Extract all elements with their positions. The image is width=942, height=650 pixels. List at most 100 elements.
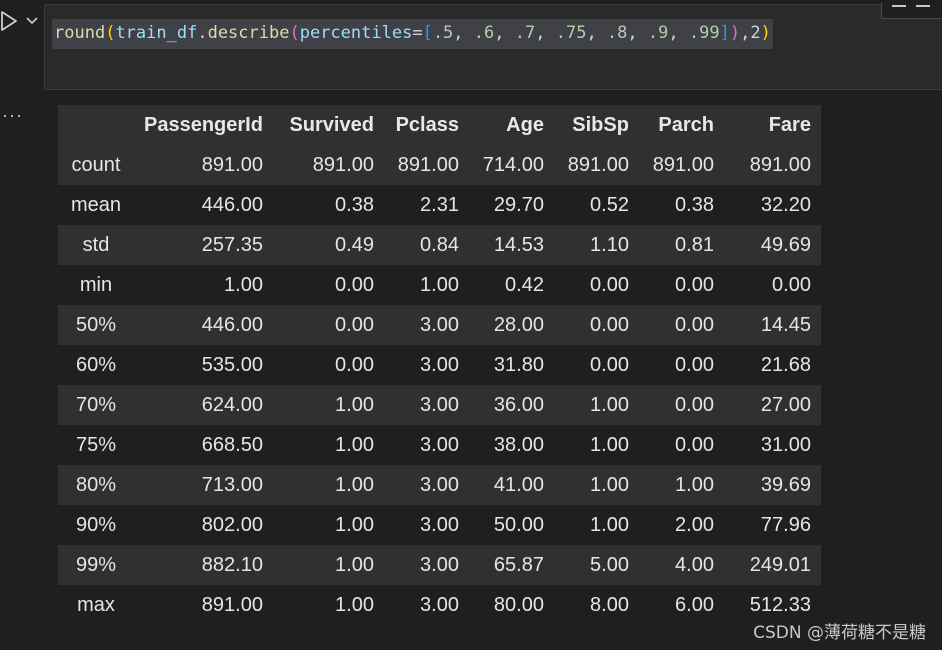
table-cell: 1.00 <box>272 465 384 505</box>
table-cell: 0.00 <box>723 265 821 305</box>
table-cell: 31.80 <box>468 345 554 385</box>
code-token: = <box>412 23 423 43</box>
table-cell: 3.00 <box>383 465 469 505</box>
code-token: round <box>54 23 106 43</box>
table-cell: 1.00 <box>272 505 384 545</box>
play-icon[interactable] <box>0 10 18 32</box>
table-cell: 1.00 <box>272 545 384 585</box>
table-cell: 65.87 <box>468 545 554 585</box>
table-cell: 21.68 <box>723 345 821 385</box>
table-cell: 3.00 <box>383 585 469 625</box>
code-token: ) <box>729 23 741 43</box>
table-cell: 0.00 <box>638 385 724 425</box>
table-cell: 3.00 <box>383 385 469 425</box>
table-cell: 891.00 <box>723 145 821 185</box>
table-row: count 891.00 891.00 891.00 714.00 891.00 891.0… <box>58 145 821 185</box>
code-token: .5 <box>432 23 454 43</box>
table-cell: 1.00 <box>553 505 639 545</box>
table-row: mean 446.00 0.38 2.31 29.70 0.52 0.38 32.20 <box>58 185 821 225</box>
table-row: min 1.00 0.00 1.00 0.42 0.00 0.00 0.00 <box>58 265 821 305</box>
table-cell: 1.10 <box>553 225 639 265</box>
row-label: 60% <box>58 345 134 385</box>
column-header: Fare <box>723 105 821 145</box>
table-row: 50% 446.00 0.00 3.00 28.00 0.00 0.00 14.45 <box>58 305 821 345</box>
row-label: min <box>58 265 134 305</box>
table-body: count 891.00 891.00 891.00 714.00 891.00 891.0… <box>58 145 821 625</box>
table-cell: 0.00 <box>553 265 639 305</box>
table-cell: 3.00 <box>383 505 469 545</box>
code-token: ( <box>289 23 300 43</box>
code-line[interactable]: round(train_df.describe(percentiles=[.5,… <box>52 19 773 49</box>
table-cell: 713.00 <box>134 465 273 505</box>
column-header: Parch <box>638 105 724 145</box>
row-label: 99% <box>58 545 134 585</box>
code-token: .8 <box>606 23 628 43</box>
table-cell: 0.38 <box>272 185 384 225</box>
describe-output-table: PassengerId Survived Pclass Age SibSp Pa… <box>58 105 821 625</box>
more-horizontal-icon[interactable]: ··· <box>2 106 23 124</box>
collapse-icon[interactable] <box>892 5 906 7</box>
table-cell: 1.00 <box>383 265 469 305</box>
row-label: std <box>58 225 134 265</box>
table-cell: 0.84 <box>383 225 469 265</box>
table-row: 80% 713.00 1.00 3.00 41.00 1.00 1.00 39.69 <box>58 465 821 505</box>
table-cell: 0.00 <box>638 345 724 385</box>
row-label: 90% <box>58 505 134 545</box>
column-header: Survived <box>272 105 384 145</box>
table-row: 70% 624.00 1.00 3.00 36.00 1.00 0.00 27.00 <box>58 385 821 425</box>
table-cell: 1.00 <box>272 425 384 465</box>
more-icon[interactable] <box>916 5 930 7</box>
table-cell: 0.00 <box>272 305 384 345</box>
table-header-row: PassengerId Survived Pclass Age SibSp Pa… <box>58 105 821 145</box>
table-row: std 257.35 0.49 0.84 14.53 1.10 0.81 49.69 <box>58 225 821 265</box>
table-cell: 535.00 <box>134 345 273 385</box>
table-cell: 39.69 <box>723 465 821 505</box>
code-token: . <box>197 23 208 43</box>
table-cell: 0.00 <box>553 345 639 385</box>
table-cell: 3.00 <box>383 305 469 345</box>
table-cell: 1.00 <box>272 585 384 625</box>
table-cell: 41.00 <box>468 465 554 505</box>
row-label: 70% <box>58 385 134 425</box>
table-cell: 891.00 <box>134 585 273 625</box>
table-row: 99% 882.10 1.00 3.00 65.87 5.00 4.00 249.01 <box>58 545 821 585</box>
table-cell: 0.00 <box>553 305 639 345</box>
table-cell: 891.00 <box>134 145 273 185</box>
table-cell: 32.20 <box>723 185 821 225</box>
table-cell: 0.42 <box>468 265 554 305</box>
table-row: 75% 668.50 1.00 3.00 38.00 1.00 0.00 31.00 <box>58 425 821 465</box>
cell-toolbar[interactable] <box>881 3 942 19</box>
chevron-down-icon[interactable] <box>26 14 38 26</box>
code-token: percentiles <box>299 23 413 43</box>
table-cell: 0.38 <box>638 185 724 225</box>
row-label: 50% <box>58 305 134 345</box>
table-cell: 8.00 <box>553 585 639 625</box>
code-token: ) <box>760 23 771 43</box>
table-cell: 3.00 <box>383 425 469 465</box>
table-cell: 0.81 <box>638 225 724 265</box>
table-cell: 0.49 <box>272 225 384 265</box>
table-cell: 446.00 <box>134 305 273 345</box>
table-cell: 50.00 <box>468 505 554 545</box>
table-cell: 5.00 <box>553 545 639 585</box>
column-header: SibSp <box>553 105 639 145</box>
code-token: , <box>494 23 515 43</box>
table-cell: 3.00 <box>383 545 469 585</box>
table-cell: 80.00 <box>468 585 554 625</box>
table-cell: 257.35 <box>134 225 273 265</box>
table-cell: 624.00 <box>134 385 273 425</box>
code-token: ] <box>719 23 730 43</box>
table-cell: 0.00 <box>272 345 384 385</box>
table-cell: 1.00 <box>553 385 639 425</box>
table-cell: 2.31 <box>383 185 469 225</box>
code-token: , <box>668 23 689 43</box>
table-cell: 14.45 <box>723 305 821 345</box>
table-cell: 3.00 <box>383 345 469 385</box>
table-cell: 891.00 <box>553 145 639 185</box>
code-token: .6 <box>473 23 495 43</box>
notebook-page: round(train_df.describe(percentiles=[.5,… <box>0 0 942 650</box>
table-row: 90% 802.00 1.00 3.00 50.00 1.00 2.00 77.96 <box>58 505 821 545</box>
code-token: .75 <box>555 23 587 43</box>
table-cell: 2.00 <box>638 505 724 545</box>
row-label: 80% <box>58 465 134 505</box>
